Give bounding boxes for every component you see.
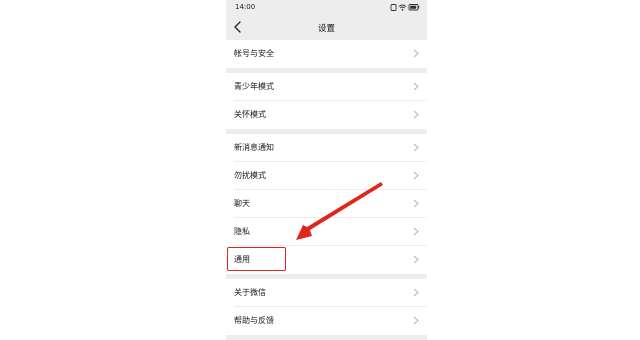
status-icons (390, 4, 420, 11)
chevron-right-icon (413, 288, 419, 297)
navigation-bar: 设置 (226, 15, 427, 40)
settings-group-about: 关于微信 帮助与反馈 (226, 279, 427, 335)
highlight-box (227, 247, 286, 271)
settings-item-label: 帮助与反馈 (234, 316, 274, 325)
settings-item-label: 聊天 (234, 199, 250, 208)
settings-group-modes: 青少年模式 关怀模式 (226, 73, 427, 129)
red-arrow-annotation (296, 182, 383, 240)
settings-item-teen-mode[interactable]: 青少年模式 (226, 73, 427, 101)
settings-item-label: 关怀模式 (234, 110, 266, 119)
status-time: 14:00 (235, 3, 256, 11)
settings-item-label: 新消息通知 (234, 143, 274, 152)
phone-screen: 14:00 设置 帐号与安全 青少年模式 关怀模式 新消息通知 勿扰模式 聊天 … (226, 0, 427, 340)
screenshot-canvas: 14:00 设置 帐号与安全 青少年模式 关怀模式 新消息通知 勿扰模式 聊天 … (0, 0, 640, 340)
settings-item-notifications[interactable]: 新消息通知 (226, 134, 427, 162)
page-title: 设置 (317, 24, 335, 34)
chevron-right-icon (413, 49, 419, 58)
settings-item-label: 青少年模式 (234, 82, 274, 91)
settings-item-label: 帐号与安全 (234, 49, 274, 58)
alarm-icon (390, 4, 397, 11)
settings-item-label: 勿扰模式 (234, 171, 266, 180)
wifi-icon (398, 4, 407, 11)
battery-icon (408, 4, 420, 11)
chevron-right-icon (413, 227, 419, 236)
settings-item-care-mode[interactable]: 关怀模式 (226, 101, 427, 129)
chevron-right-icon (413, 110, 419, 119)
settings-item-label: 隐私 (234, 227, 250, 236)
settings-item-about-wechat[interactable]: 关于微信 (226, 279, 427, 307)
settings-item-help-feedback[interactable]: 帮助与反馈 (226, 307, 427, 335)
chevron-right-icon (413, 199, 419, 208)
settings-item-account-security[interactable]: 帐号与安全 (226, 40, 427, 68)
chevron-right-icon (413, 171, 419, 180)
settings-group-account: 帐号与安全 (226, 40, 427, 68)
chevron-right-icon (413, 143, 419, 152)
settings-item-label: 关于微信 (234, 288, 266, 297)
chevron-right-icon (413, 255, 419, 264)
chevron-right-icon (413, 82, 419, 91)
chevron-right-icon (413, 316, 419, 325)
status-bar: 14:00 (226, 0, 427, 15)
